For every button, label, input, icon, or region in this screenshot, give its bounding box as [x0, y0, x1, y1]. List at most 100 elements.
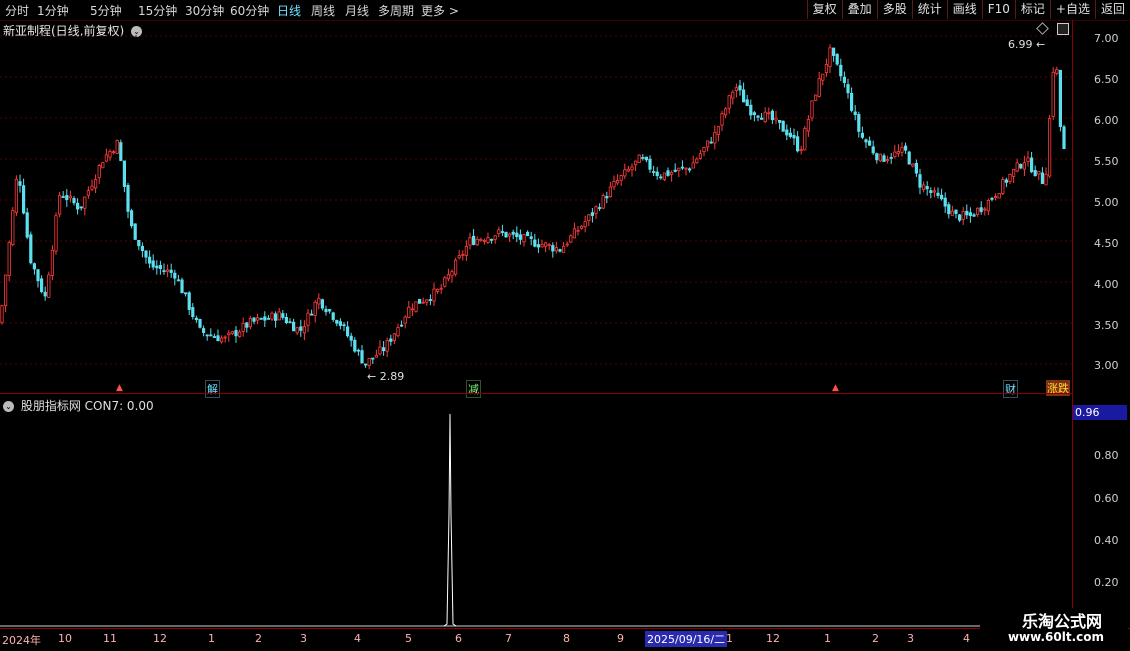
- candle-body: [241, 322, 245, 332]
- candle-body: [580, 225, 584, 229]
- candlestick-chart[interactable]: [0, 20, 1072, 393]
- candle-body: [835, 53, 839, 65]
- axis-month: 1: [208, 632, 215, 645]
- candle-body: [309, 313, 314, 316]
- period-tab-1min[interactable]: 1分钟: [37, 2, 69, 19]
- period-tab-15min[interactable]: 15分钟: [138, 2, 177, 19]
- candle-body: [144, 250, 148, 258]
- adjust-button[interactable]: 复权: [806, 0, 842, 19]
- period-tab-30min[interactable]: 30分钟: [185, 2, 224, 19]
- candle-body: [345, 326, 350, 337]
- indicator-tick-080: 0.80: [1094, 449, 1119, 462]
- candle-body: [7, 242, 11, 276]
- candle-body: [1008, 173, 1012, 182]
- candle-body: [439, 287, 443, 290]
- candle-body: [129, 210, 134, 227]
- candle-body: [165, 269, 170, 272]
- axis-month: 12: [153, 632, 167, 645]
- candle-body: [489, 238, 494, 241]
- candle-body: [230, 331, 234, 334]
- candle-body: [522, 234, 526, 243]
- candle-body: [781, 120, 785, 132]
- candle-body: [821, 73, 825, 81]
- candle-body: [191, 307, 195, 317]
- selected-date[interactable]: 2025/09/16/二: [645, 631, 728, 647]
- candle-body: [65, 195, 69, 201]
- candle-body: [25, 212, 29, 238]
- candle-body: [493, 235, 497, 240]
- candle-body: [529, 236, 533, 239]
- candle-body: [313, 301, 317, 316]
- candle-body: [367, 357, 371, 366]
- candle-body: [277, 311, 281, 321]
- up-arrow-icon[interactable]: ▲: [116, 383, 123, 393]
- candle-body: [943, 197, 947, 207]
- candle-body: [497, 229, 501, 234]
- back-button[interactable]: 返回: [1094, 0, 1130, 19]
- period-tab-daily[interactable]: 日线: [277, 2, 301, 19]
- axis-month: 10: [58, 632, 72, 645]
- up-arrow-icon[interactable]: ▲: [832, 383, 839, 393]
- candle-body: [1055, 68, 1059, 74]
- period-tab-multi[interactable]: 多周期: [378, 2, 414, 19]
- candle-body: [295, 327, 299, 334]
- candle-body: [18, 181, 22, 186]
- candle-body: [169, 269, 173, 273]
- candle-body: [216, 335, 220, 342]
- period-tab-monthly[interactable]: 月线: [345, 2, 369, 19]
- indicator-chart[interactable]: [0, 394, 1072, 628]
- axis-month: 1: [726, 632, 733, 645]
- f10-button[interactable]: F10: [981, 0, 1015, 19]
- draw-line-button[interactable]: 画线: [946, 0, 982, 19]
- candle-body: [691, 162, 695, 169]
- candle-body: [1022, 162, 1027, 170]
- candle-body: [918, 174, 922, 188]
- candle-body: [421, 301, 425, 304]
- candle-body: [734, 87, 739, 91]
- candle-body: [925, 186, 929, 190]
- multi-stock-button[interactable]: 多股: [876, 0, 912, 19]
- statistics-button[interactable]: 统计: [911, 0, 947, 19]
- candle-body: [540, 244, 544, 248]
- axis-month: 11: [103, 632, 117, 645]
- candle-body: [605, 196, 609, 199]
- candle-body: [997, 193, 1001, 199]
- candle-body: [1012, 168, 1016, 177]
- window-toggle-icon[interactable]: [1057, 23, 1069, 35]
- period-tab-60min[interactable]: 60分钟: [230, 2, 269, 19]
- period-tab-5min[interactable]: 5分钟: [90, 2, 122, 19]
- candle-body: [1030, 157, 1034, 173]
- candle-body: [327, 309, 332, 312]
- candle-body: [194, 317, 198, 321]
- candle-body: [29, 234, 33, 264]
- axis-month: 4: [963, 632, 970, 645]
- price-tick-650: 6.50: [1094, 73, 1119, 86]
- candle-body: [940, 194, 944, 200]
- candle-body: [371, 357, 375, 360]
- candle-body: [223, 336, 227, 339]
- period-tab-more[interactable]: 更多 >: [421, 2, 459, 19]
- candle-body: [198, 318, 202, 328]
- candle-body: [965, 210, 969, 216]
- candle-body: [40, 278, 44, 293]
- candle-body: [536, 244, 541, 248]
- add-watchlist-button[interactable]: +自选: [1049, 0, 1095, 19]
- candle-body: [907, 151, 911, 165]
- candle-body: [742, 89, 746, 103]
- overlay-button[interactable]: 叠加: [841, 0, 877, 19]
- axis-month: 12: [766, 632, 780, 645]
- candle-body: [551, 245, 555, 252]
- candle-body: [457, 255, 461, 259]
- mark-button[interactable]: 标记: [1014, 0, 1050, 19]
- period-tab-intraday[interactable]: 分时: [5, 2, 29, 19]
- candle-body: [803, 128, 807, 151]
- candle-body: [853, 111, 857, 116]
- candle-body: [363, 363, 368, 366]
- price-scale-border: [1072, 20, 1073, 628]
- candle-body: [806, 119, 811, 132]
- period-tab-weekly[interactable]: 周线: [311, 2, 335, 19]
- candle-body: [21, 185, 26, 214]
- candle-body: [558, 249, 562, 252]
- candle-body: [695, 158, 699, 164]
- candle-body: [893, 151, 897, 158]
